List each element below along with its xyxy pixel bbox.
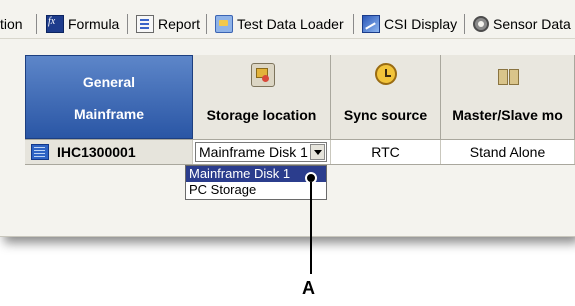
toolbar-item-label: Test Data Loader <box>237 16 344 32</box>
column-header-storage-location[interactable]: Storage location <box>193 55 331 139</box>
storage-location-combobox[interactable]: Mainframe Disk 1 <box>195 142 327 162</box>
callout-label: A <box>302 278 315 298</box>
storage-location-cell[interactable]: Mainframe Disk 1 <box>193 140 331 164</box>
toolbar-separator <box>206 14 207 34</box>
sensor-icon <box>473 16 489 32</box>
mainframe-name-cell[interactable]: IHC1300001 <box>25 140 193 164</box>
formula-icon <box>46 15 64 33</box>
master-slave-icon <box>497 63 519 85</box>
storage-location-icon <box>250 63 275 87</box>
toolbar-item-label: Sensor Data <box>493 16 571 32</box>
toolbar-formula-button[interactable]: Formula <box>46 14 119 34</box>
toolbar-separator <box>127 14 128 34</box>
column-header-label: Sync source <box>343 107 428 123</box>
toolbar-item-label: Report <box>158 16 201 32</box>
test-data-loader-icon <box>215 15 233 33</box>
csi-display-icon <box>362 15 380 33</box>
master-slave-cell[interactable]: Stand Alone <box>441 140 575 164</box>
sync-source-cell[interactable]: RTC <box>331 140 441 164</box>
table-row[interactable]: IHC1300001 Mainframe Disk 1 RTC Stand Al… <box>25 139 575 165</box>
general-header-line2: Mainframe <box>73 106 145 122</box>
sync-source-value: RTC <box>371 144 400 160</box>
report-icon <box>136 15 154 33</box>
toolbar-separator <box>353 14 354 34</box>
general-header-line1: General <box>82 74 136 90</box>
toolbar-csi-display-button[interactable]: CSI Display <box>362 14 457 34</box>
mainframe-name: IHC1300001 <box>57 144 136 160</box>
callout-line <box>310 182 312 274</box>
clock-icon <box>374 63 397 85</box>
toolbar-item-label: tion <box>0 16 23 32</box>
mainframe-grid: General Mainframe Storage location Sync … <box>25 55 575 165</box>
mainframe-icon <box>31 144 49 160</box>
toolbar-test-data-loader-button[interactable]: Test Data Loader <box>215 14 344 34</box>
toolbar-item-truncated[interactable]: tion <box>0 14 23 34</box>
toolbar-item-label: Formula <box>68 16 120 32</box>
application-window: tion Formula Report Test Data Loader CSI… <box>0 0 575 237</box>
general-header[interactable]: General Mainframe <box>25 55 193 139</box>
dropdown-option-pc-storage[interactable]: PC Storage <box>186 182 326 198</box>
chevron-down-icon[interactable] <box>310 144 325 160</box>
column-header-label: Master/Slave mo <box>452 107 563 123</box>
toolbar: tion Formula Report Test Data Loader CSI… <box>0 8 575 39</box>
toolbar-report-button[interactable]: Report <box>136 14 200 34</box>
combobox-value: Mainframe Disk 1 <box>199 144 308 160</box>
toolbar-item-label: CSI Display <box>384 16 458 32</box>
column-header-label: Storage location <box>206 107 317 123</box>
toolbar-sensor-data-button[interactable]: Sensor Data <box>473 14 571 34</box>
column-header-master-slave-mode[interactable]: Master/Slave mo <box>441 55 575 139</box>
storage-location-dropdown-list: Mainframe Disk 1 PC Storage <box>185 165 327 200</box>
column-header-sync-source[interactable]: Sync source <box>331 55 441 139</box>
toolbar-separator <box>36 14 37 34</box>
master-slave-value: Stand Alone <box>469 144 546 160</box>
toolbar-separator <box>464 14 465 34</box>
